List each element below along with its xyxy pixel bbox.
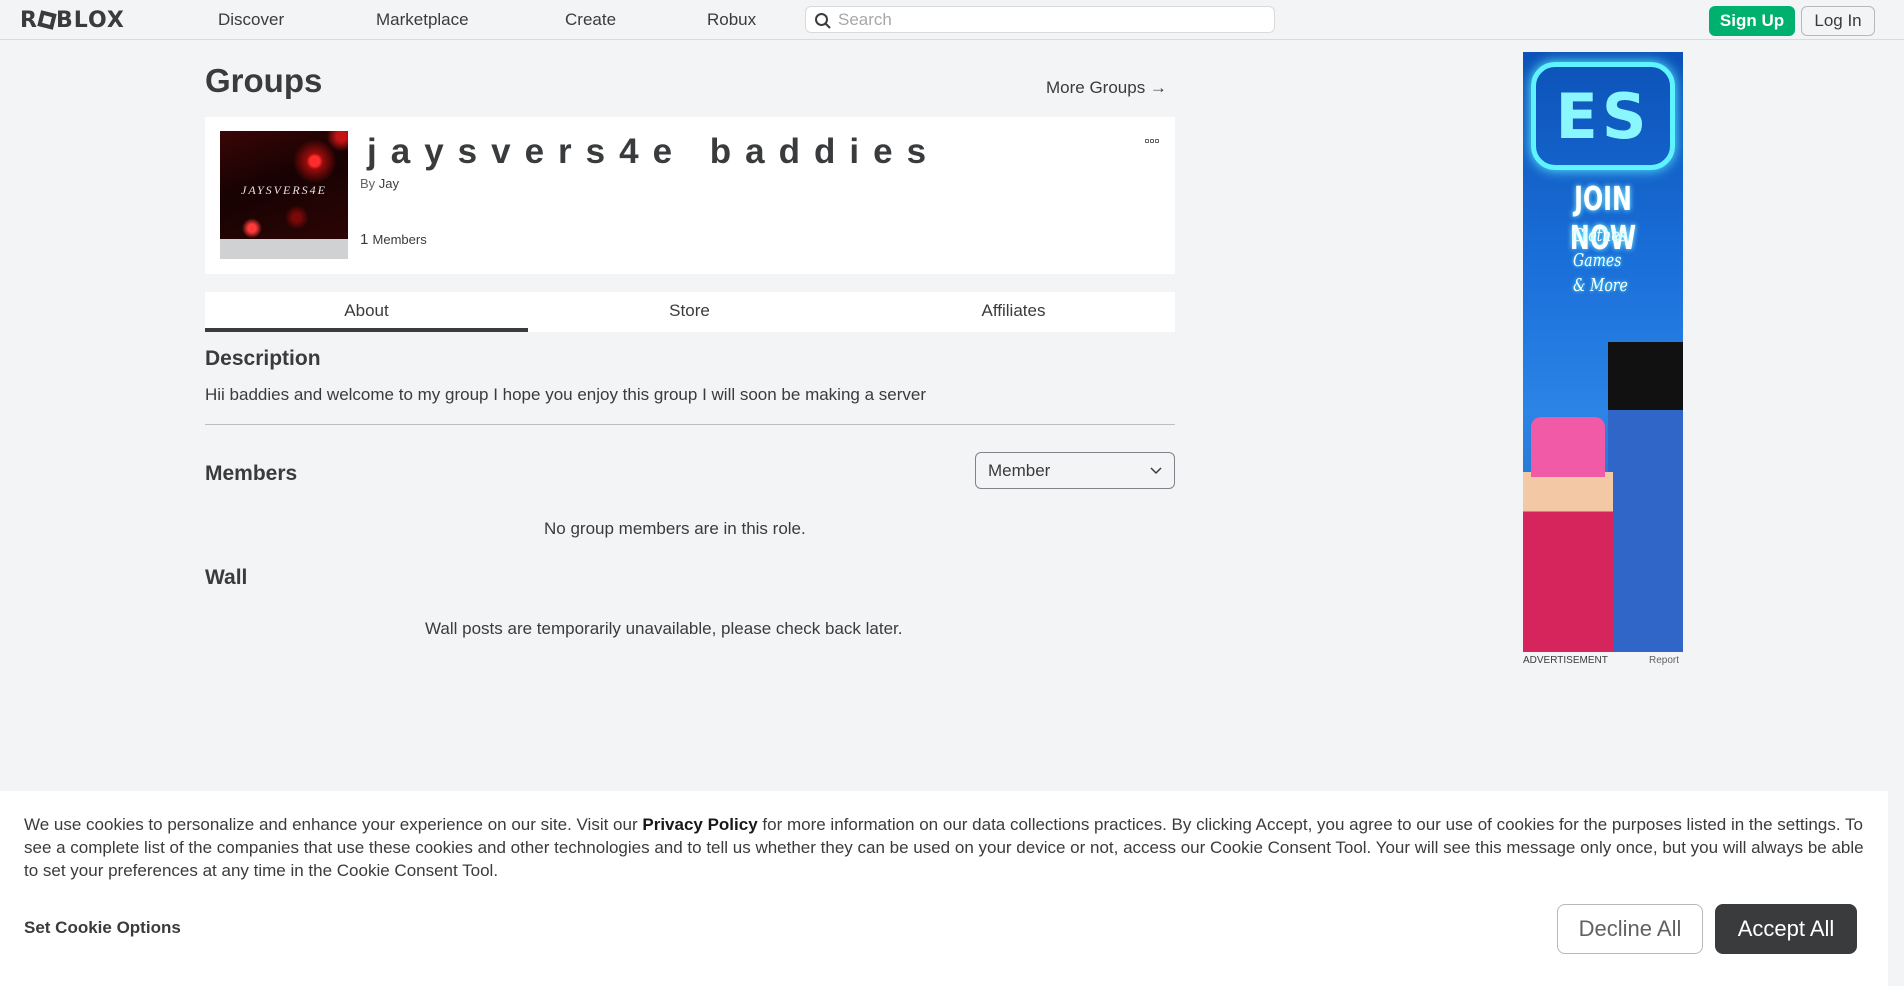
cookie-consent-text: We use cookies to personalize and enhanc… <box>24 813 1869 882</box>
search-icon <box>815 13 831 29</box>
nav-marketplace-link[interactable]: Marketplace <box>376 10 469 30</box>
tab-about[interactable]: About <box>205 292 528 332</box>
ad-line-games: Games <box>1573 250 1622 271</box>
ad-avatar-pink <box>1523 417 1613 652</box>
wall-heading: Wall <box>205 566 248 589</box>
ad-avatar-blue <box>1608 342 1683 652</box>
no-members-message: No group members are in this role. <box>544 519 806 538</box>
cookie-consent-banner: We use cookies to personalize and enhanc… <box>0 791 1888 986</box>
nav-robux-link[interactable]: Robux <box>707 10 756 30</box>
member-count-value: 1 <box>360 231 369 248</box>
accept-all-button[interactable]: Accept All <box>1715 904 1857 954</box>
search-bar[interactable] <box>805 6 1275 33</box>
group-name: jaysvers4e baddies <box>367 132 941 171</box>
description-heading: Description <box>205 347 321 370</box>
privacy-policy-link[interactable]: Privacy Policy <box>642 815 757 834</box>
tab-store[interactable]: Store <box>528 292 851 332</box>
group-header-card: JAYSVERS4E jaysvers4e baddies By Jay 1 M… <box>205 117 1175 274</box>
group-emblem: JAYSVERS4E <box>220 131 348 259</box>
advertisement-banner[interactable]: ES JOIN NOW Clothes Games & More <box>1523 52 1683 652</box>
role-dropdown-value: Member <box>988 461 1051 480</box>
decline-all-button[interactable]: Decline All <box>1557 904 1703 954</box>
cookie-text-before: We use cookies to personalize and enhanc… <box>24 815 643 834</box>
group-tabs: About Store Affiliates <box>205 292 1175 332</box>
logo-letters-blox: BLOX <box>55 8 125 33</box>
tab-affiliates[interactable]: Affiliates <box>852 292 1175 332</box>
more-groups-link[interactable]: More Groups → <box>1046 78 1167 98</box>
group-owner-link[interactable]: Jay <box>379 176 399 191</box>
group-owner-line: By Jay <box>360 176 399 191</box>
logo-letter-r: R <box>20 8 38 33</box>
ad-es-logo: ES <box>1531 62 1675 170</box>
members-heading: Members <box>205 462 298 485</box>
advertisement-caption: ADVERTISEMENT <box>1523 655 1608 666</box>
group-description: Hii baddies and welcome to my group I ho… <box>205 385 926 404</box>
top-navigation-bar: R BLOX Discover Marketplace Create Robux … <box>0 0 1904 40</box>
logo-tilted-square-icon <box>37 10 57 30</box>
group-emblem-text: JAYSVERS4E <box>241 183 327 197</box>
nav-discover-link[interactable]: Discover <box>218 10 284 30</box>
wall-unavailable-message: Wall posts are temporarily unavailable, … <box>425 619 903 638</box>
set-cookie-options-link[interactable]: Set Cookie Options <box>24 918 181 938</box>
by-label: By <box>360 176 376 191</box>
ad-line-more: & More <box>1573 275 1628 296</box>
member-count: 1 Members <box>360 231 427 248</box>
page-title: Groups <box>205 62 323 99</box>
search-input[interactable] <box>838 9 1258 30</box>
role-dropdown[interactable]: Member <box>975 452 1175 489</box>
chevron-down-icon <box>1150 467 1162 475</box>
members-label: Members <box>372 232 427 247</box>
more-options-icon[interactable] <box>1145 130 1163 143</box>
section-divider <box>205 424 1175 425</box>
nav-create-link[interactable]: Create <box>565 10 616 30</box>
log-in-button[interactable]: Log In <box>1801 6 1875 36</box>
ad-line-clothes: Clothes <box>1573 225 1627 246</box>
roblox-logo[interactable]: R BLOX <box>20 8 125 33</box>
report-ad-link[interactable]: Report <box>1649 655 1679 666</box>
sign-up-button[interactable]: Sign Up <box>1709 6 1795 36</box>
